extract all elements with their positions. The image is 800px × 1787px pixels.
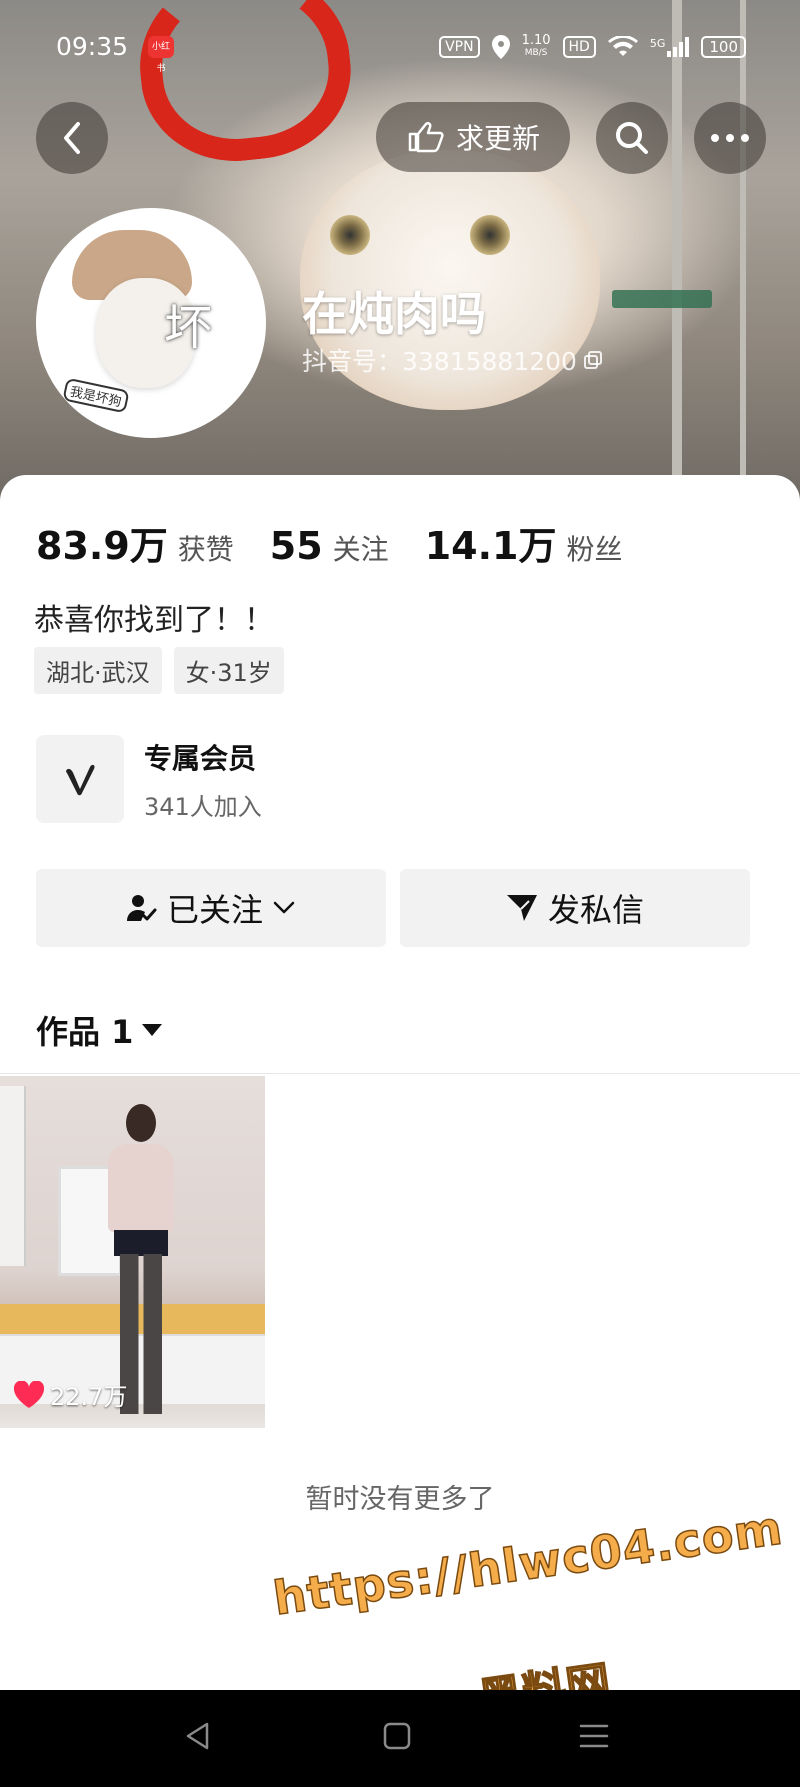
cover-handle-strap bbox=[130, 0, 360, 171]
nav-home-button[interactable] bbox=[377, 1716, 417, 1756]
nav-back-button[interactable] bbox=[178, 1716, 218, 1756]
menu-lines-icon bbox=[579, 1724, 609, 1748]
video-scene-shelf bbox=[0, 1086, 26, 1266]
nav-menu-button[interactable] bbox=[574, 1716, 614, 1756]
tab-works-label: 作品 1 bbox=[36, 1013, 134, 1051]
tab-divider bbox=[0, 1073, 800, 1074]
vpn-icon: VPN bbox=[439, 36, 480, 58]
hd-icon: HD bbox=[562, 36, 596, 58]
stats-row: 83.9万 获赞 55 关注 14.1万 粉丝 bbox=[36, 515, 658, 570]
more-button[interactable] bbox=[694, 102, 766, 174]
triangle-back-icon bbox=[186, 1722, 209, 1750]
no-more-text: 暂时没有更多了 bbox=[305, 1484, 495, 1515]
search-button[interactable] bbox=[596, 102, 668, 174]
request-update-button[interactable]: 求更新 bbox=[376, 102, 570, 172]
stat-following-value: 55 bbox=[269, 524, 323, 568]
stat-following[interactable]: 55 关注 bbox=[270, 524, 389, 568]
signal-type: 5G bbox=[649, 37, 666, 50]
action-buttons: 已关注 发私信 bbox=[36, 869, 750, 947]
followed-button[interactable]: 已关注 bbox=[36, 869, 386, 947]
stat-followers-label: 粉丝 bbox=[566, 533, 623, 566]
pointing-hand-icon bbox=[408, 121, 444, 153]
membership-icon bbox=[36, 735, 124, 823]
status-bar: 09:35 小红书 VPN 1.10 MB/S HD 5G 100 bbox=[0, 28, 800, 74]
net-speed-value: 1.10 bbox=[521, 33, 551, 48]
chevron-down-icon bbox=[273, 901, 295, 914]
stat-likes-value: 83.9万 bbox=[36, 524, 168, 568]
membership-entry[interactable]: 专属会员 341人加入 bbox=[36, 735, 262, 823]
caret-down-icon bbox=[142, 1024, 163, 1036]
cover-pole bbox=[672, 0, 682, 480]
video-scene-person bbox=[96, 1104, 186, 1414]
nickname: 在炖肉吗 bbox=[302, 287, 486, 341]
stat-followers-value: 14.1万 bbox=[424, 524, 557, 568]
membership-subtitle: 341人加入 bbox=[144, 792, 262, 821]
douyin-id[interactable]: 抖音号：33815881200 bbox=[302, 342, 603, 378]
send-icon bbox=[506, 895, 537, 921]
heart-icon bbox=[14, 1381, 44, 1408]
chevron-left-icon bbox=[64, 122, 80, 154]
tag-location: 湖北·武汉 bbox=[34, 647, 162, 694]
status-icons: VPN 1.10 MB/S HD 5G 100 bbox=[439, 34, 746, 60]
location-icon bbox=[491, 35, 510, 59]
cover-cat-eye bbox=[470, 215, 510, 255]
bio: 恭喜你找到了！！ bbox=[34, 603, 274, 638]
cover-pole bbox=[740, 0, 746, 480]
stat-following-label: 关注 bbox=[332, 533, 389, 566]
system-nav-bar bbox=[0, 1690, 800, 1787]
copy-icon[interactable] bbox=[583, 350, 603, 370]
followed-label: 已关注 bbox=[166, 891, 263, 929]
avatar[interactable]: 坏 我是坏狗 bbox=[36, 208, 266, 438]
app-notification-icon: 小红书 bbox=[148, 36, 174, 74]
tag-gender-age: 女·31岁 bbox=[173, 647, 284, 694]
message-button[interactable]: 发私信 bbox=[400, 869, 750, 947]
square-home-icon bbox=[383, 1722, 411, 1750]
avatar-text: 坏 bbox=[164, 300, 213, 356]
cover-cat-eye bbox=[330, 215, 370, 255]
stat-likes-label: 获赞 bbox=[177, 533, 234, 566]
message-label: 发私信 bbox=[547, 891, 644, 929]
video-thumbnail[interactable]: 22.7万 bbox=[0, 1076, 265, 1428]
v-logo-icon bbox=[66, 764, 95, 796]
tab-works[interactable]: 作品 1 bbox=[36, 1007, 163, 1053]
user-check-icon bbox=[126, 895, 157, 921]
video-likes: 22.7万 bbox=[14, 1377, 127, 1412]
status-time: 09:35 bbox=[56, 32, 129, 61]
request-update-label: 求更新 bbox=[455, 122, 540, 155]
membership-title: 专属会员 bbox=[144, 741, 257, 775]
profile-tags: 湖北·武汉 女·31岁 bbox=[34, 647, 284, 694]
signal-icon bbox=[667, 37, 690, 57]
cover-exit-sign bbox=[612, 290, 712, 308]
douyin-id-text: 抖音号：33815881200 bbox=[302, 347, 577, 376]
more-dots-icon bbox=[711, 134, 749, 142]
net-speed-unit: MB/S bbox=[524, 48, 548, 58]
profile-panel: 83.9万 获赞 55 关注 14.1万 粉丝 恭喜你找到了！！ 湖北·武汉 女… bbox=[0, 475, 800, 1690]
stat-likes[interactable]: 83.9万 获赞 bbox=[36, 515, 234, 570]
back-button[interactable] bbox=[36, 102, 108, 174]
wifi-icon bbox=[607, 36, 638, 56]
video-likes-count: 22.7万 bbox=[50, 1383, 128, 1411]
search-icon bbox=[616, 122, 648, 154]
battery-icon: 100 bbox=[701, 36, 746, 58]
stat-followers[interactable]: 14.1万 粉丝 bbox=[425, 515, 623, 570]
